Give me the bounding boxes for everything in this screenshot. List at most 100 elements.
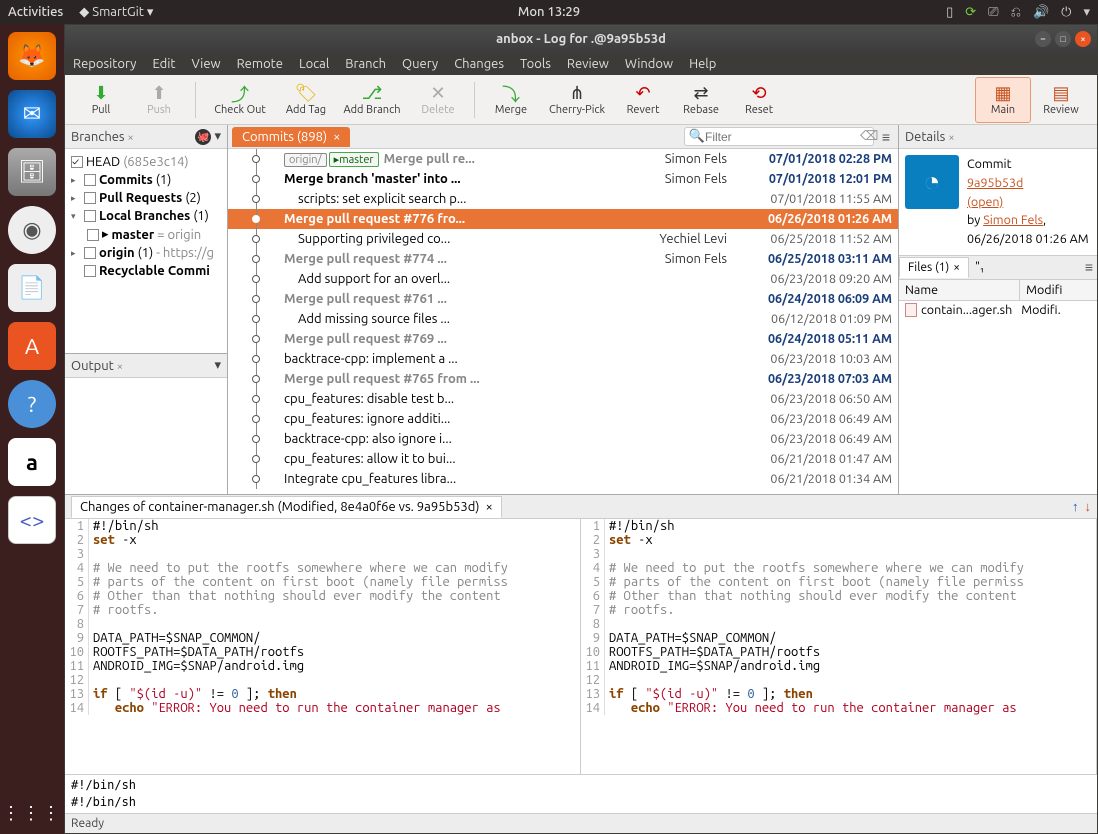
addbranch-button[interactable]: ⎇Add Branch <box>336 77 408 123</box>
commit-row[interactable]: Add support for an overl...06/23/2018 09… <box>228 269 898 289</box>
diff-right-pane[interactable]: 1#!/bin/sh2set -x34# We need to put the … <box>581 519 1097 774</box>
commit-row[interactable]: Merge pull request #765 from ...06/23/20… <box>228 369 898 389</box>
files-alt-tab[interactable]: "₁ <box>969 258 990 277</box>
push-button[interactable]: ⬆Push <box>131 77 187 123</box>
menu-view[interactable]: View <box>192 57 221 71</box>
open-link[interactable]: (open) <box>967 195 1003 209</box>
close-icon[interactable]: × <box>948 132 954 144</box>
menu-help[interactable]: Help <box>689 57 716 71</box>
branch-icon: ⎇ <box>362 84 383 104</box>
next-change-icon[interactable]: ↓ <box>1085 499 1092 514</box>
help-icon[interactable]: ? <box>8 380 56 428</box>
commit-row[interactable]: origin/▸master Merge pull re...Simon Fel… <box>228 149 898 169</box>
author-link[interactable]: Simon Fels <box>983 213 1043 227</box>
menu-branch[interactable]: Branch <box>345 57 386 71</box>
commits-list[interactable]: origin/▸master Merge pull re...Simon Fel… <box>228 149 898 494</box>
prev-change-icon[interactable]: ↑ <box>1072 499 1079 514</box>
commit-row[interactable]: cpu_features: ignore additi...06/23/2018… <box>228 409 898 429</box>
amazon-icon[interactable]: a <box>8 438 56 486</box>
files-icon[interactable]: 🗄 <box>8 148 56 196</box>
close-icon[interactable]: × <box>117 361 123 373</box>
thunderbird-icon[interactable]: ✉ <box>8 90 56 138</box>
branch-origin[interactable]: ▸ origin (1) - https://g <box>67 244 225 262</box>
commit-hash-link[interactable]: 9a95b53d <box>967 176 1023 190</box>
close-icon[interactable]: × <box>953 261 960 274</box>
menu-local[interactable]: Local <box>299 57 329 71</box>
menu-icon[interactable]: ≡ <box>878 129 894 145</box>
topbar-clock[interactable]: Mon 13:29 <box>518 5 580 19</box>
close-button[interactable]: × <box>1075 31 1091 47</box>
topbar-app-indicator[interactable]: SmartGit ▾ <box>79 5 153 20</box>
menu-icon[interactable]: ≡ <box>1081 259 1097 275</box>
commit-row[interactable]: Merge pull request #761 ...06/24/2018 06… <box>228 289 898 309</box>
commit-row[interactable]: Supporting privileged co...Yechiel Levi0… <box>228 229 898 249</box>
filter-input[interactable] <box>705 130 860 144</box>
commit-row[interactable]: Merge pull request #774 ...Simon Fels06/… <box>228 249 898 269</box>
pull-button[interactable]: ⬇Pull <box>73 77 129 123</box>
addtag-button[interactable]: 🏷Add Tag <box>278 77 334 123</box>
reset-button[interactable]: ⟲Reset <box>731 77 787 123</box>
activities-button[interactable]: Activities <box>8 5 63 19</box>
commit-row[interactable]: Integrate cpu_features libra...06/21/201… <box>228 469 898 489</box>
maximize-button[interactable]: □ <box>1055 31 1071 47</box>
files-table[interactable]: Name Modifi contain...ager.sh Modifi. <box>899 280 1097 494</box>
rhythmbox-icon[interactable]: ◉ <box>8 206 56 254</box>
main-view-button[interactable]: ▦Main <box>975 77 1031 123</box>
review-view-button[interactable]: ▤Review <box>1033 77 1089 123</box>
libreoffice-writer-icon[interactable]: 📄 <box>8 264 56 312</box>
commit-row[interactable]: Add missing source files ...06/12/2018 0… <box>228 309 898 329</box>
clear-icon[interactable]: ⌫ <box>860 129 878 144</box>
diff-left-pane[interactable]: 1#!/bin/sh2set -x34# We need to put the … <box>65 519 581 774</box>
col-name[interactable]: Name <box>899 280 1020 300</box>
commit-row[interactable]: backtrace-cpp: also ignore i...06/23/201… <box>228 429 898 449</box>
menu-edit[interactable]: Edit <box>152 57 175 71</box>
system-tray[interactable]: ▯ ⟳ ⎚ ⎌ 🔊 ⏻ ▾ <box>946 5 1090 20</box>
merge-button[interactable]: ⤵Merge <box>483 77 539 123</box>
minimize-button[interactable]: – <box>1035 31 1051 47</box>
delete-button[interactable]: ✕Delete <box>410 77 466 123</box>
dropdown-icon[interactable]: ▾ <box>214 358 221 373</box>
menu-repository[interactable]: Repository <box>73 57 136 71</box>
revert-button[interactable]: ↶Revert <box>615 77 671 123</box>
commit-row[interactable]: backtrace-cpp: implement a ...06/23/2018… <box>228 349 898 369</box>
close-icon[interactable]: × <box>333 130 340 144</box>
commits-tab[interactable]: Commits (898)× <box>232 127 350 147</box>
menu-remote[interactable]: Remote <box>237 57 283 71</box>
close-icon[interactable]: × <box>128 132 134 144</box>
filter-box[interactable]: 🔍 ⌫ <box>684 127 874 146</box>
changes-tab[interactable]: Changes of container-manager.sh (Modifie… <box>71 496 502 518</box>
show-apps-icon[interactable]: ⋮⋮⋮ <box>2 803 62 824</box>
commit-row[interactable]: Merge pull request #776 fro...06/26/2018… <box>228 209 898 229</box>
checkout-button[interactable]: ⤴Check Out <box>204 77 276 123</box>
commit-row[interactable]: Merge branch 'master' into ...Simon Fels… <box>228 169 898 189</box>
github-icon[interactable]: 🐙 <box>195 129 211 145</box>
branch-commits[interactable]: ▸ Commits (1) <box>67 171 225 189</box>
firefox-icon[interactable]: 🦊 <box>8 32 56 80</box>
delete-icon: ✕ <box>430 84 445 104</box>
menu-query[interactable]: Query <box>402 57 438 71</box>
commit-row[interactable]: cpu_features: allow it to bui...06/21/20… <box>228 449 898 469</box>
menu-tools[interactable]: Tools <box>520 57 551 71</box>
branch-local[interactable]: ▾ Local Branches (1) <box>67 207 225 225</box>
close-icon[interactable]: × <box>485 500 492 514</box>
branch-head[interactable]: HEAD (685e3c14) <box>67 153 225 171</box>
cherrypick-button[interactable]: ⋔Cherry-Pick <box>541 77 613 123</box>
smartgit-icon[interactable]: <> <box>8 496 56 544</box>
commit-row[interactable]: cpu_features: disable test b...06/23/201… <box>228 389 898 409</box>
files-tab[interactable]: Files (1) × <box>899 257 969 278</box>
dropdown-icon[interactable]: ▾ <box>214 129 221 143</box>
commit-row[interactable]: Merge pull request #769 ...06/24/2018 05… <box>228 329 898 349</box>
software-center-icon[interactable]: A <box>8 322 56 370</box>
menu-changes[interactable]: Changes <box>454 57 504 71</box>
file-row[interactable]: contain...ager.sh Modifi. <box>899 301 1097 319</box>
col-modified[interactable]: Modifi <box>1020 280 1097 300</box>
branches-tree[interactable]: HEAD (685e3c14) ▸ Commits (1) ▸ Pull Req… <box>65 149 227 353</box>
branch-master[interactable]: ▸ master = origin <box>67 225 225 244</box>
menu-review[interactable]: Review <box>567 57 609 71</box>
branch-recyclable[interactable]: Recyclable Commi <box>67 262 225 280</box>
commit-row[interactable]: scripts: set explicit search p...07/01/2… <box>228 189 898 209</box>
pull-icon: ⬇ <box>93 84 108 104</box>
menu-window[interactable]: Window <box>625 57 673 71</box>
branch-prs[interactable]: ▸ Pull Requests (2) <box>67 189 225 207</box>
rebase-button[interactable]: ⇄Rebase <box>673 77 729 123</box>
